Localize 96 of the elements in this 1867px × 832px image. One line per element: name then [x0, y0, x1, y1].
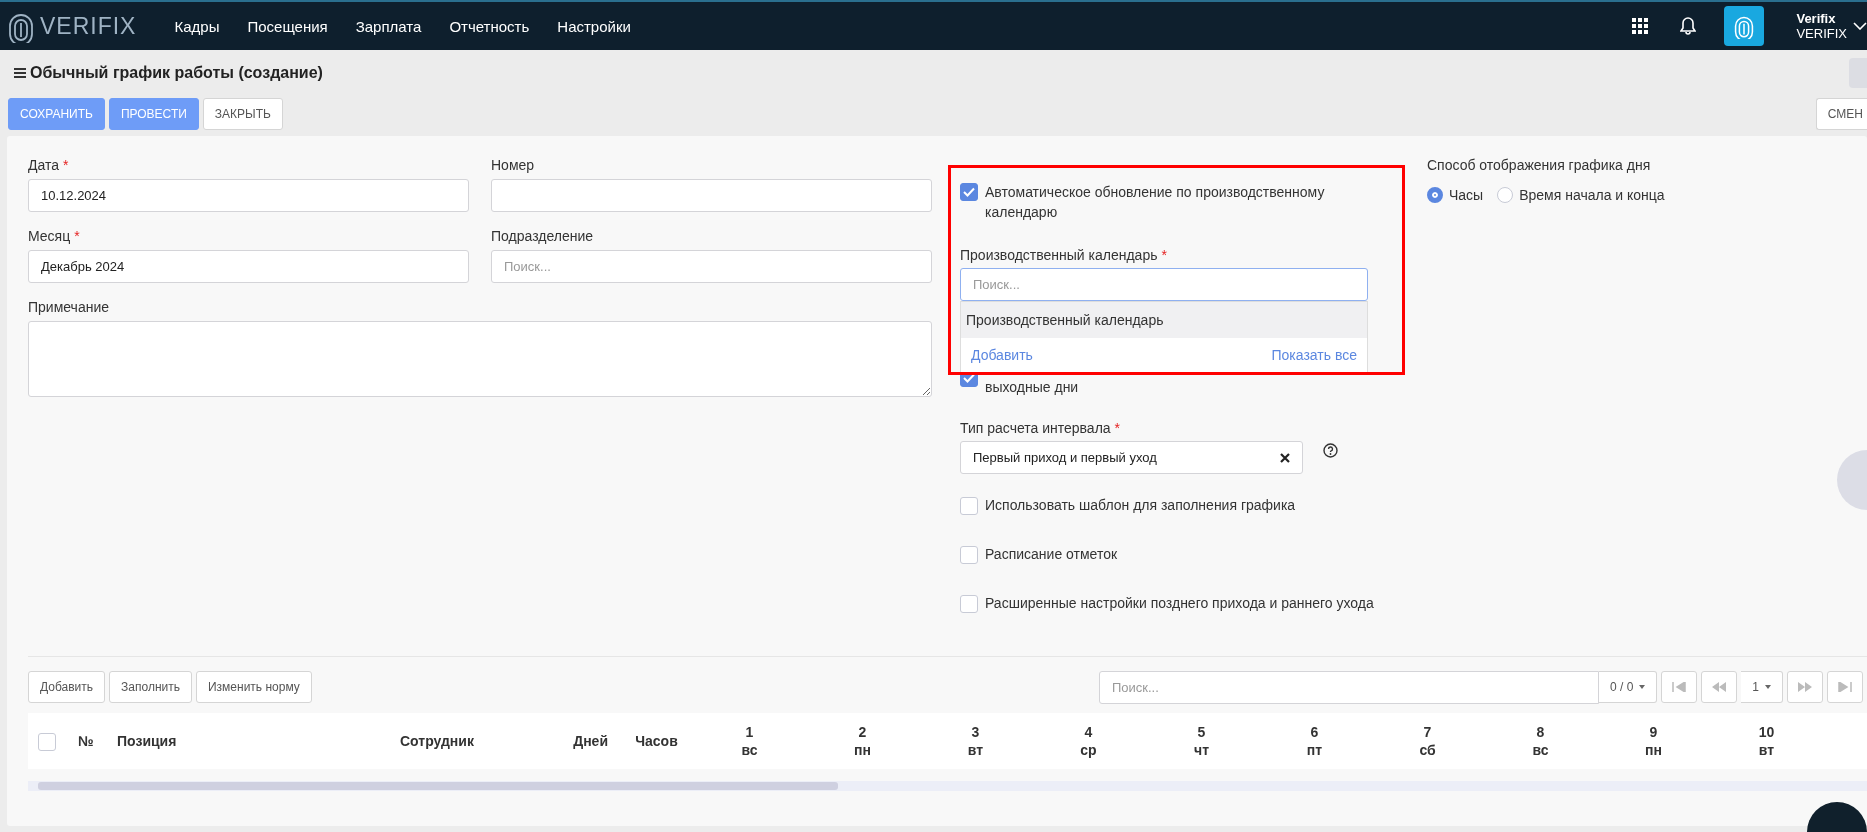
- help-icon[interactable]: [1323, 443, 1338, 458]
- last-page-button[interactable]: [1827, 671, 1863, 703]
- column-header: №: [78, 733, 94, 749]
- checkbox[interactable]: [960, 183, 978, 201]
- division-search-field[interactable]: Поиск...: [491, 250, 932, 283]
- company-name: VERIFIX: [1796, 26, 1847, 41]
- day-number: 6: [1310, 723, 1319, 741]
- radio-label: Время начала и конца: [1519, 186, 1665, 205]
- weekday-label: вс: [1532, 741, 1549, 759]
- date-field[interactable]: 10.12.2024: [28, 179, 469, 212]
- weekday-label: вт: [967, 741, 984, 759]
- month-field[interactable]: Декабрь 2024: [28, 250, 469, 283]
- table-search-field[interactable]: Поиск...: [1098, 670, 1599, 704]
- count-dropdown[interactable]: 0 / 0: [1598, 671, 1658, 703]
- table-button[interactable]: Заполнить: [109, 671, 192, 703]
- checkbox-label: Расписание отметок: [985, 545, 1118, 564]
- weekday-label: пн: [854, 741, 871, 759]
- checkbox-label: выходные дни: [985, 378, 1079, 397]
- day-number: 2: [858, 723, 867, 741]
- field-label: Примечание: [28, 298, 111, 316]
- rewind-icon: [1712, 682, 1727, 692]
- column-header: Позиция: [117, 733, 177, 749]
- field-label: Тип расчета интервала *: [960, 419, 1122, 437]
- weekday-label: чт: [1194, 741, 1209, 759]
- radio-button[interactable]: [1497, 187, 1514, 203]
- table-button[interactable]: Добавить: [28, 671, 106, 703]
- toolbar-button[interactable]: СМЕН: [1815, 98, 1867, 130]
- horizontal-scrollbar[interactable]: [28, 781, 1867, 791]
- weekday-label: ср: [1080, 741, 1097, 759]
- dropdown-item[interactable]: Производственный календарь: [961, 302, 1367, 338]
- caret-icon: [1639, 685, 1646, 689]
- checkbox[interactable]: [960, 545, 978, 564]
- show-all-link[interactable]: Показать все: [1271, 347, 1357, 363]
- nav-menu-item[interactable]: Кадры: [174, 17, 220, 35]
- required-mark: *: [63, 157, 69, 173]
- apps-grid-icon[interactable]: [1632, 18, 1649, 34]
- radio-button[interactable]: [1427, 187, 1443, 203]
- table-button[interactable]: Изменить норму: [195, 671, 312, 703]
- nav-menu-item[interactable]: Отчетность: [449, 17, 530, 35]
- weekday-label: пн: [1645, 741, 1662, 759]
- column-header: Часов: [635, 733, 678, 749]
- menu-icon[interactable]: [14, 68, 26, 78]
- field-label: Производственный календарь *: [960, 246, 1168, 264]
- next-page-button[interactable]: [1787, 671, 1823, 703]
- weekday-label: пт: [1306, 741, 1323, 759]
- day-number: 10: [1758, 723, 1775, 741]
- add-link[interactable]: Добавить: [971, 347, 1033, 363]
- nav-menu-item[interactable]: Посещения: [247, 17, 328, 35]
- field-label: Дата *: [28, 156, 70, 174]
- chevron-down-icon[interactable]: [1853, 22, 1867, 30]
- field-label: Подразделение: [491, 227, 595, 245]
- day-number: 3: [971, 723, 980, 741]
- clear-icon[interactable]: [1280, 452, 1290, 463]
- radio-label: Часы: [1449, 186, 1484, 205]
- number-field[interactable]: [491, 179, 932, 212]
- nav-menu-item[interactable]: Зарплата: [355, 17, 422, 35]
- field-label: Способ отображения графика дня: [1427, 156, 1652, 174]
- fingerprint-avatar[interactable]: [1724, 6, 1765, 46]
- day-number: 8: [1536, 723, 1545, 741]
- calendar-search-field[interactable]: Поиск...: [960, 268, 1368, 301]
- required-mark: *: [1114, 420, 1121, 436]
- checkbox[interactable]: [960, 496, 978, 515]
- first-page-button[interactable]: [1661, 671, 1698, 703]
- note-field[interactable]: [28, 321, 932, 397]
- required-mark: *: [1161, 247, 1167, 263]
- weekday-label: сб: [1419, 741, 1436, 759]
- nav-menu-item[interactable]: Настройки: [557, 17, 631, 35]
- field-label: Номер: [491, 156, 536, 174]
- previous-page-button[interactable]: [1701, 671, 1738, 703]
- checkbox-label: Расширенные настройки позднего прихода и раннего ухода: [985, 594, 1374, 613]
- logo-text: VERIFIX: [40, 12, 137, 40]
- user-name: Verifix: [1796, 11, 1837, 26]
- field-label: Месяц *: [28, 227, 81, 245]
- day-number: 7: [1423, 723, 1432, 741]
- day-number: 5: [1197, 723, 1206, 741]
- column-header: Сотрудник: [400, 733, 474, 749]
- page-title: Обычный график работы (создание): [30, 64, 323, 82]
- bell-icon[interactable]: [1680, 17, 1697, 35]
- fast-forward-icon: [1798, 682, 1812, 692]
- last-page-icon: [1838, 682, 1852, 692]
- page-dropdown[interactable]: 1: [1741, 671, 1783, 703]
- caret-icon: [1765, 685, 1771, 689]
- day-number: 9: [1649, 723, 1658, 741]
- checkbox[interactable]: [960, 594, 978, 613]
- select-all-checkbox[interactable]: [38, 732, 56, 751]
- checkbox-label: Автоматическое обновление по производственному календарю: [985, 183, 1326, 222]
- day-number: 1: [745, 723, 754, 741]
- weekday-label: вс: [741, 741, 758, 759]
- column-header: Дней: [573, 733, 608, 749]
- first-page-icon: [1672, 682, 1687, 692]
- toolbar-button[interactable]: ЗАКРЫТЬ: [202, 98, 283, 130]
- interval-select[interactable]: Первый приход и первый уход: [960, 441, 1303, 474]
- checkbox-label: Использовать шаблон для заполнения графика: [985, 496, 1296, 515]
- required-mark: *: [74, 228, 80, 244]
- day-number: 4: [1084, 723, 1093, 741]
- weekday-label: вт: [1758, 741, 1775, 759]
